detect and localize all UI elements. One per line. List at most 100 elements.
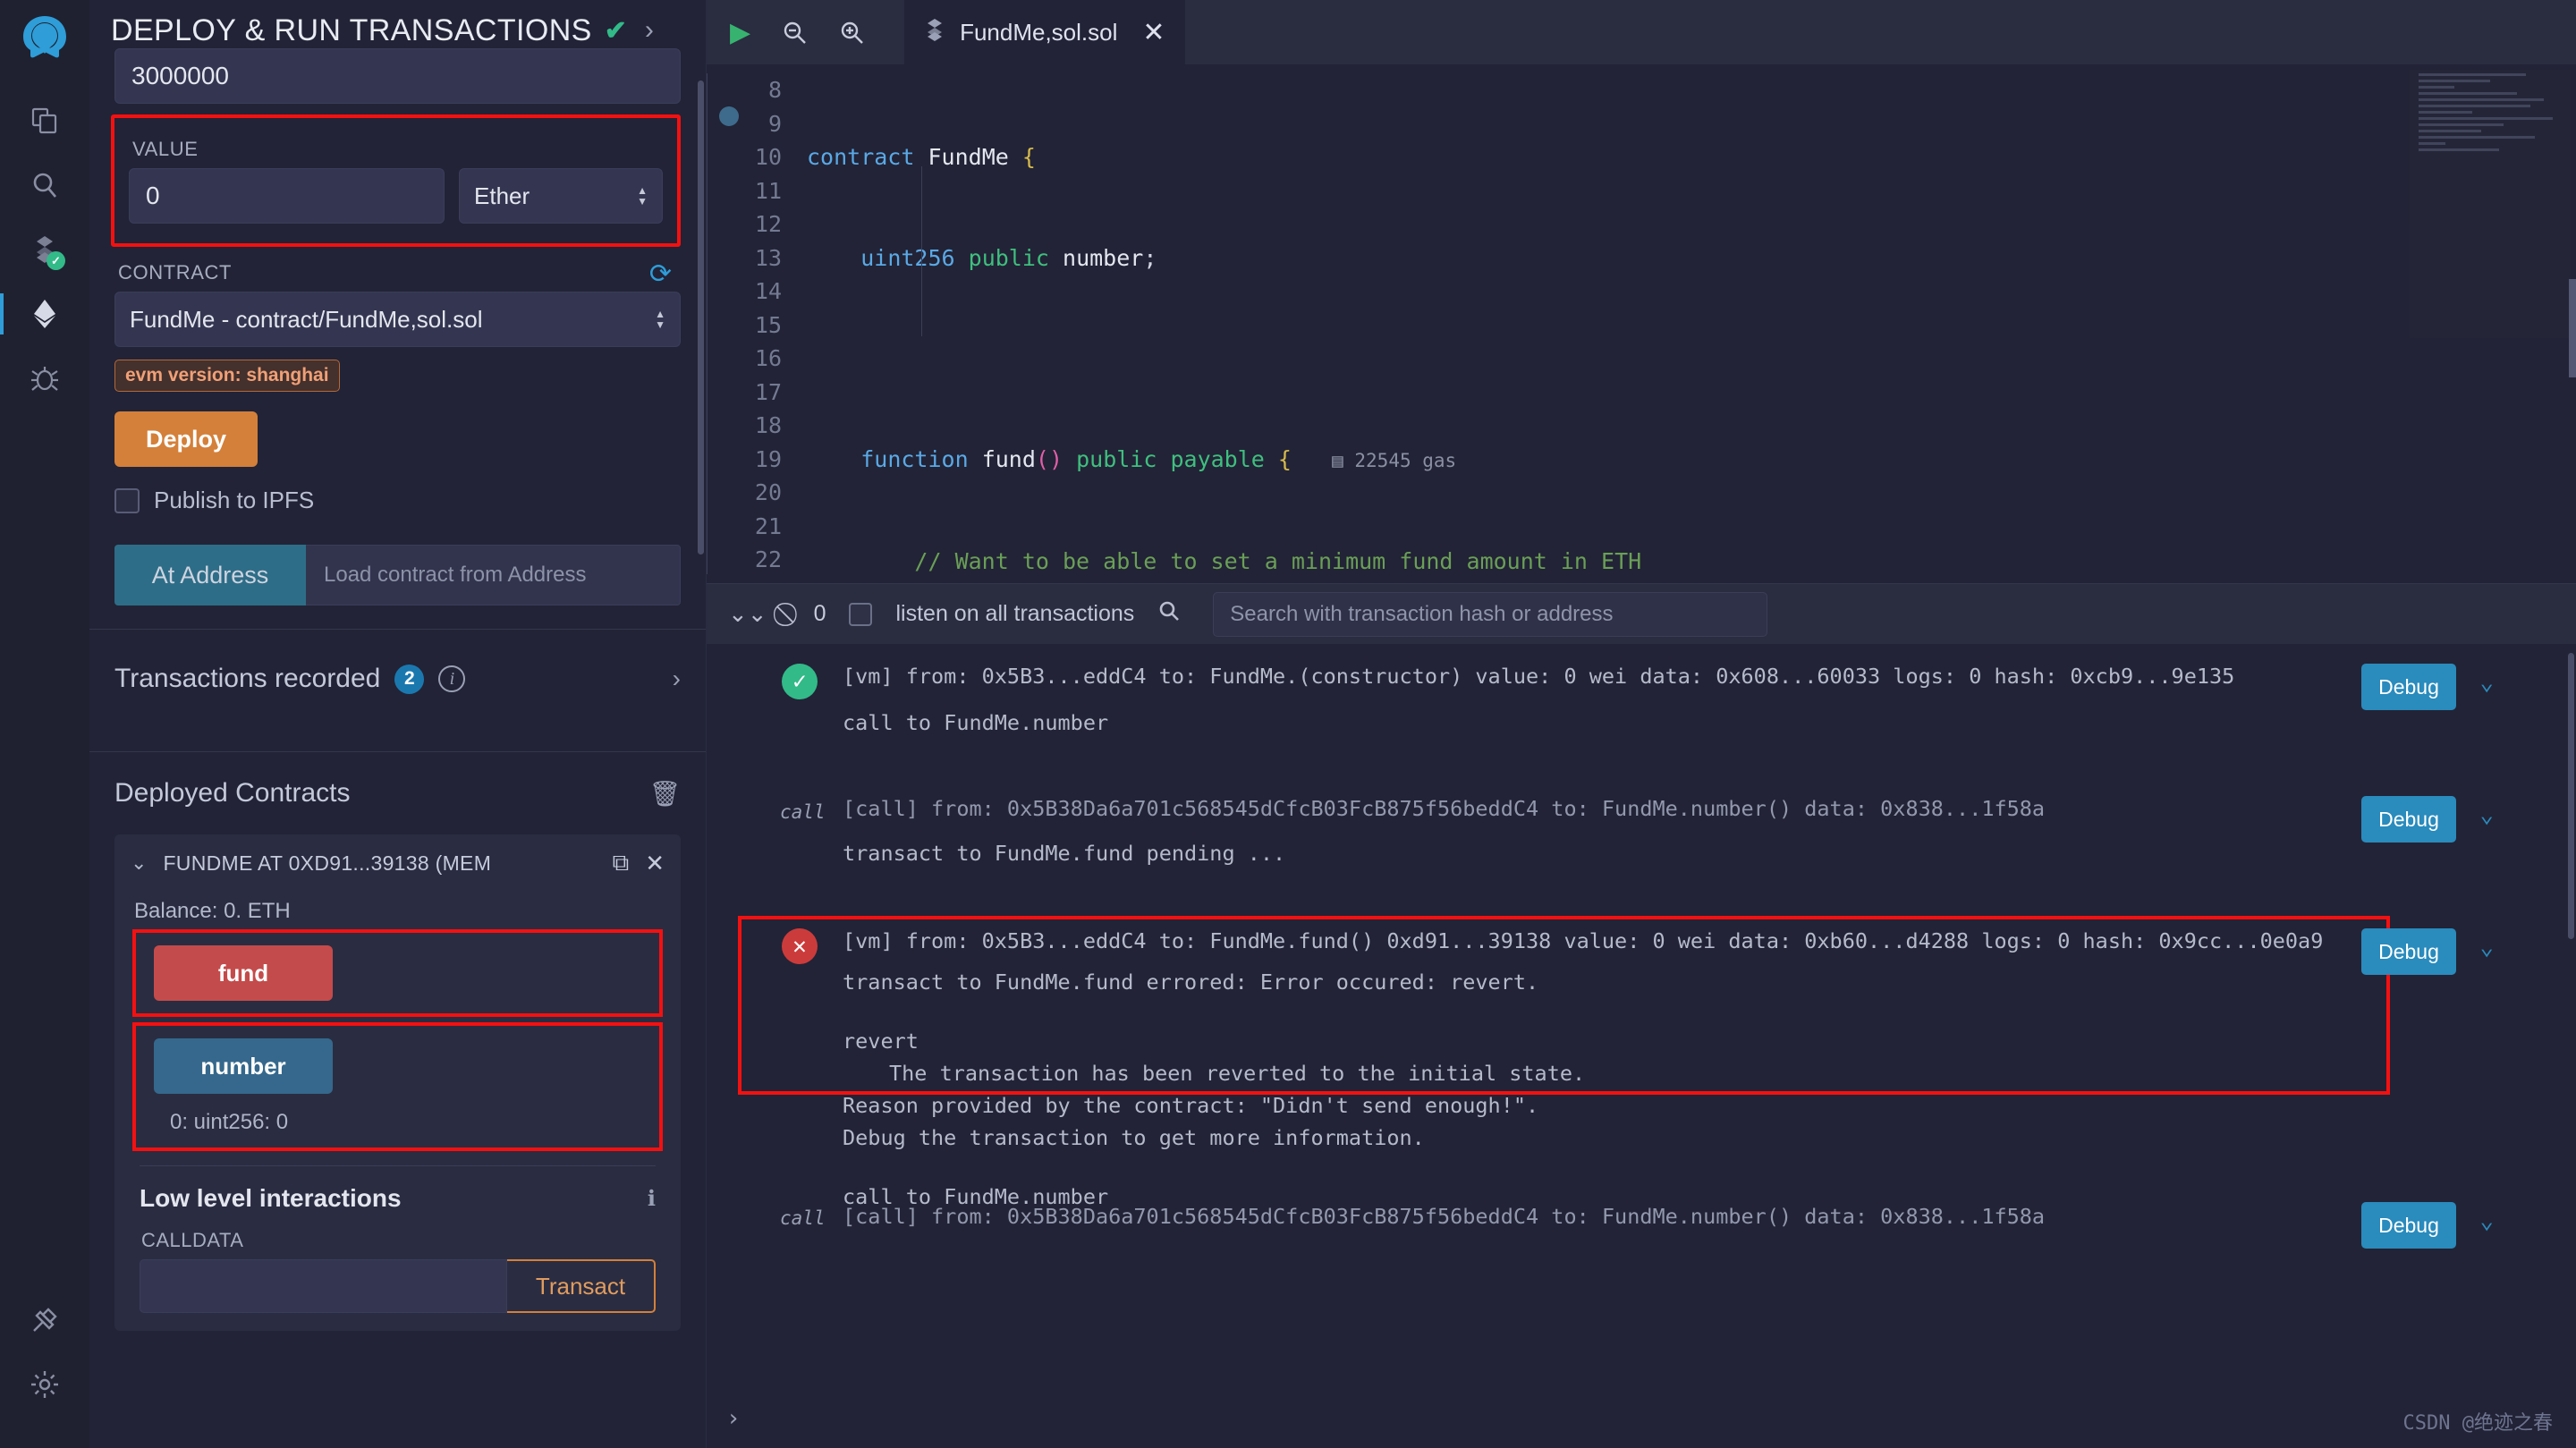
refresh-icon[interactable]: ⟳ (649, 258, 672, 290)
editor-tab-label: FundMe,sol.sol (960, 19, 1117, 47)
at-address-input[interactable]: Load contract from Address (306, 545, 681, 605)
line-number: 16 (707, 342, 800, 376)
line-number: 19 (707, 443, 800, 477)
publish-ipfs-row[interactable]: Publish to IPFS (114, 487, 681, 514)
expand-panel-chevron-icon[interactable]: › (726, 1405, 741, 1432)
low-level-info-icon[interactable]: ℹ (648, 1186, 656, 1212)
terminal-search-input[interactable]: Search with transaction hash or address (1213, 592, 1767, 637)
terminal-log[interactable]: ✓ [vm] from: 0x5B3...eddC4 to: FundMe.(c… (707, 644, 2576, 1448)
plugin-manager-icon[interactable] (17, 1292, 72, 1348)
status-call-label: call (780, 801, 826, 823)
editor-code-area[interactable]: contract FundMe { uint256 public number;… (800, 64, 2576, 583)
value-input[interactable]: 0 (129, 168, 445, 224)
editor-tab-fundme[interactable]: FundMe,sol.sol ✕ (904, 0, 1184, 64)
unit-spinner-icon: ▲▼ (637, 187, 648, 206)
deploy-run-panel: DEPLOY & RUN TRANSACTIONS ✔ › 3000000 VA… (89, 0, 707, 1448)
copy-icon[interactable]: ⧉ (613, 849, 630, 877)
panel-body: 3000000 VALUE 0 Ether ▲▼ CONTRACT ⟳ Fund… (89, 48, 706, 1331)
search-icon[interactable] (1157, 599, 1181, 629)
contract-label: CONTRACT (118, 261, 232, 284)
editor-minimap[interactable] (2410, 70, 2571, 338)
play-icon[interactable]: ▶ (730, 17, 750, 48)
terminal-entry[interactable]: ✓ [vm] from: 0x5B3...eddC4 to: FundMe.(c… (707, 644, 2576, 776)
transactions-recorded-count: 2 (394, 665, 424, 694)
code-line: uint256 public number; (800, 241, 2576, 275)
line-number: 8 (707, 73, 800, 107)
transactions-expand-chevron-icon[interactable]: › (673, 665, 681, 693)
settings-gear-icon[interactable] (17, 1357, 72, 1412)
terminal-entry[interactable]: call [call] from: 0x5B38Da6a701c568545dC… (707, 1177, 2576, 1284)
terminal-entry[interactable]: ✕ [vm] from: 0x5B3...eddC4 to: FundMe.fu… (707, 909, 2576, 1177)
line-number: 13 (707, 241, 800, 275)
terminal-scrollbar[interactable] (2568, 653, 2574, 939)
solidity-file-icon (924, 18, 945, 47)
editor-tab-close-icon[interactable]: ✕ (1142, 17, 1165, 48)
fund-button[interactable]: fund (154, 945, 333, 1001)
sidebar-item-debugger[interactable] (17, 351, 72, 406)
page-title: DEPLOY & RUN TRANSACTIONS (111, 13, 592, 48)
deployed-contract-name: FUNDME AT 0XD91...39138 (MEM (163, 851, 596, 876)
debug-button[interactable]: Debug (2361, 928, 2456, 975)
compiler-success-badge-icon: ✓ (47, 251, 65, 270)
value-label: VALUE (132, 138, 663, 161)
trash-icon[interactable]: 🗑 (648, 779, 681, 809)
line-number: 20 (707, 476, 800, 510)
number-function-highlight-box: number 0: uint256: 0 (132, 1022, 663, 1151)
listen-all-transactions-checkbox[interactable] (849, 603, 872, 626)
line-number: 22 (707, 543, 800, 577)
left-panel-scrollbar[interactable] (698, 80, 704, 555)
gas-annotation: ▤ 22545 gas (1332, 450, 1456, 471)
main-area: ▶ FundMe,sol.sol ✕ 8 (707, 0, 2576, 1448)
sidebar-item-file-explorer[interactable] (17, 93, 72, 148)
value-unit-label: Ether (474, 182, 530, 210)
value-highlight-box: VALUE 0 Ether ▲▼ (111, 114, 681, 247)
low-level-title: Low level interactions (140, 1184, 402, 1213)
terminal-entry[interactable]: call [call] from: 0x5B38Da6a701c568545dC… (707, 776, 2576, 909)
gas-limit-input[interactable]: 3000000 (114, 48, 681, 104)
debug-button[interactable]: Debug (2361, 1202, 2456, 1249)
sidebar-item-solidity-compiler[interactable]: ✓ (17, 222, 72, 277)
at-address-button[interactable]: At Address (114, 545, 306, 605)
editor-gutter[interactable]: 8 9 10 11 12 13 14 15 16 17 18 19 20 21 … (707, 64, 800, 583)
line-number: 18 (707, 409, 800, 443)
editor-scrollbar[interactable] (2569, 279, 2576, 377)
debug-button[interactable]: Debug (2361, 796, 2456, 843)
code-line: function fund() public payable { ▤ 22545… (800, 443, 2576, 478)
sidebar-item-deploy-run[interactable] (17, 286, 72, 342)
chevrons-down-icon[interactable]: ⌄⌄ (728, 600, 767, 628)
deployed-contract-card: ⌄ FUNDME AT 0XD91...39138 (MEM ⧉ ✕ Balan… (114, 834, 681, 1331)
remix-logo-icon[interactable] (16, 13, 73, 70)
line-number: 21 (707, 510, 800, 544)
number-button[interactable]: number (154, 1038, 333, 1094)
panel-expand-chevron-icon[interactable]: › (645, 15, 654, 46)
entry-expand-chevron-icon[interactable]: ⌄ (2479, 801, 2494, 828)
close-icon[interactable]: ✕ (645, 850, 665, 877)
zoom-out-icon[interactable] (781, 19, 808, 46)
publish-ipfs-checkbox[interactable] (114, 488, 140, 513)
deployed-contract-header[interactable]: ⌄ FUNDME AT 0XD91...39138 (MEM ⧉ ✕ (114, 849, 681, 877)
status-success-icon: ✓ (782, 664, 818, 699)
transact-button[interactable]: Transact (507, 1259, 656, 1313)
entry-expand-chevron-icon[interactable]: ⌄ (2479, 1207, 2494, 1234)
entry-expand-chevron-icon[interactable]: ⌄ (2479, 669, 2494, 696)
terminal-entry-header: [vm] from: 0x5B3...eddC4 to: FundMe.(con… (843, 660, 2576, 692)
breakpoint-marker-icon[interactable] (719, 106, 739, 126)
terminal-entry-header: [call] from: 0x5B38Da6a701c568545dCfcB03… (843, 1200, 2576, 1232)
code-editor[interactable]: 8 9 10 11 12 13 14 15 16 17 18 19 20 21 … (707, 64, 2576, 583)
sidebar-item-search[interactable] (17, 157, 72, 213)
info-icon[interactable]: i (438, 665, 465, 692)
contract-selected-label: FundMe - contract/FundMe,sol.sol (130, 306, 483, 334)
entry-expand-chevron-icon[interactable]: ⌄ (2479, 934, 2494, 961)
deploy-button[interactable]: Deploy (114, 411, 258, 467)
line-number: 15 (707, 309, 800, 343)
contract-select[interactable]: FundMe - contract/FundMe,sol.sol ▲▼ (114, 292, 681, 347)
calldata-row: Transact (140, 1259, 656, 1313)
calldata-input[interactable] (140, 1259, 507, 1313)
terminal-entry-body: transact to FundMe.fund pending ... (843, 837, 2576, 869)
transactions-recorded-row[interactable]: Transactions recorded 2 i › (89, 630, 706, 728)
chevron-down-icon[interactable]: ⌄ (131, 851, 147, 875)
value-unit-select[interactable]: Ether ▲▼ (459, 168, 663, 224)
debug-button[interactable]: Debug (2361, 664, 2456, 710)
listen-all-transactions-label: listen on all transactions (895, 601, 1134, 627)
zoom-in-icon[interactable] (838, 19, 865, 46)
